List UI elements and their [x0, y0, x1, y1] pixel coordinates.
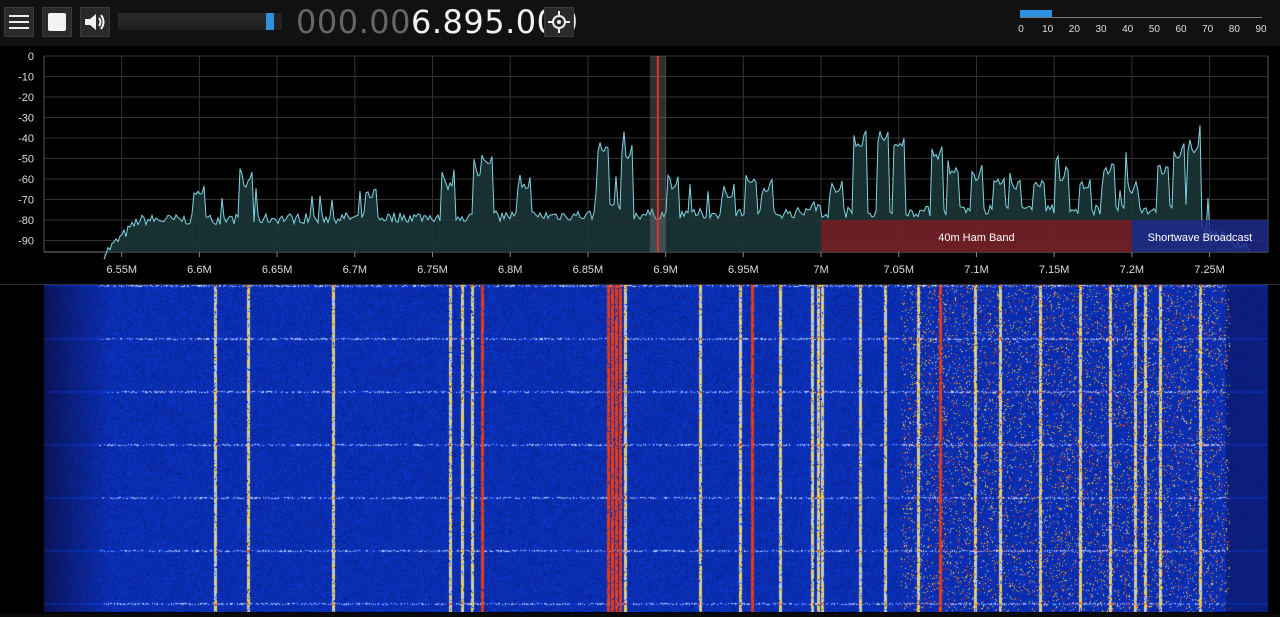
snr-tick-label: 50: [1148, 24, 1160, 35]
snr-meter-bar: [1020, 10, 1052, 17]
frequency-leading-digits[interactable]: 000.00: [296, 3, 411, 41]
waterfall-panel[interactable]: [0, 284, 1280, 613]
waterfall-display[interactable]: [0, 285, 1280, 612]
hamburger-menu-icon: [9, 15, 29, 29]
menu-button[interactable]: [4, 7, 34, 37]
snr-tick-label: 20: [1068, 24, 1080, 35]
x-axis-label: 6.85M: [573, 264, 604, 276]
x-axis-label: 7.05M: [883, 264, 914, 276]
frequency-display[interactable]: 000.006.895.000: [296, 2, 578, 42]
x-axis-label: 7M: [813, 264, 828, 276]
volume-button[interactable]: [80, 7, 110, 37]
spectrum-panel[interactable]: 0 -10 -20 -30 -40 -50 -60 -70 -80 -90 6.55M 6.6M 6.6…: [0, 46, 1280, 284]
y-axis-label: -30: [18, 113, 34, 125]
x-axis-label: 7.2M: [1120, 264, 1144, 276]
x-axis-label: 7.25M: [1194, 264, 1225, 276]
y-axis-label: -20: [18, 92, 34, 104]
band-label: 40m Ham Band: [938, 232, 1014, 244]
toolbar: 000.006.895.000 0 10 20 30 40 50 60 70 80 90: [0, 0, 1280, 46]
volume-slider-fill: [118, 13, 274, 30]
snr-meter-scale-line: [1020, 17, 1262, 18]
x-axis-label: 6.7M: [343, 264, 367, 276]
x-axis-label: 6.75M: [417, 264, 448, 276]
band-label: Shortwave Broadcast: [1148, 232, 1253, 244]
x-axis-label: 6.55M: [106, 264, 137, 276]
y-axis-label: -60: [18, 174, 34, 186]
snr-tick-label: 0: [1018, 24, 1024, 35]
stop-button[interactable]: [42, 7, 72, 37]
y-axis-label: -90: [18, 236, 34, 248]
snr-tick-label: 10: [1042, 24, 1054, 35]
snr-tick-label: 30: [1095, 24, 1107, 35]
x-axis-label: 6.95M: [728, 264, 759, 276]
snr-meter: 0 10 20 30 40 50 60 70 80 90: [1018, 8, 1268, 38]
volume-slider[interactable]: [118, 13, 282, 30]
y-axis-label: -80: [18, 215, 34, 227]
spectrum-plot[interactable]: 0 -10 -20 -30 -40 -50 -60 -70 -80 -90 6.55M 6.6M 6.6…: [0, 46, 1280, 284]
x-axis-label: 7.1M: [964, 264, 988, 276]
snr-tick-label: 90: [1255, 24, 1267, 35]
y-axis-label: -70: [18, 195, 34, 207]
speaker-volume-icon: [85, 14, 105, 30]
snr-tick-label: 80: [1228, 24, 1240, 35]
crosshair-target-icon: [548, 11, 570, 33]
x-axis-label: 6.9M: [653, 264, 677, 276]
volume-slider-handle[interactable]: [265, 13, 274, 30]
center-frequency-button[interactable]: [544, 7, 574, 37]
x-axis-label: 6.6M: [187, 264, 211, 276]
x-axis-label: 6.8M: [498, 264, 522, 276]
snr-tick-label: 60: [1175, 24, 1187, 35]
y-axis-label: -50: [18, 154, 34, 166]
y-axis-label: -10: [18, 72, 34, 84]
y-axis-label: 0: [28, 51, 34, 63]
snr-tick-label: 40: [1122, 24, 1134, 35]
stop-icon: [48, 13, 66, 31]
x-axis-label: 6.65M: [262, 264, 293, 276]
snr-tick-label: 70: [1202, 24, 1214, 35]
x-axis-label: 7.15M: [1039, 264, 1070, 276]
y-axis-label: -40: [18, 133, 34, 145]
